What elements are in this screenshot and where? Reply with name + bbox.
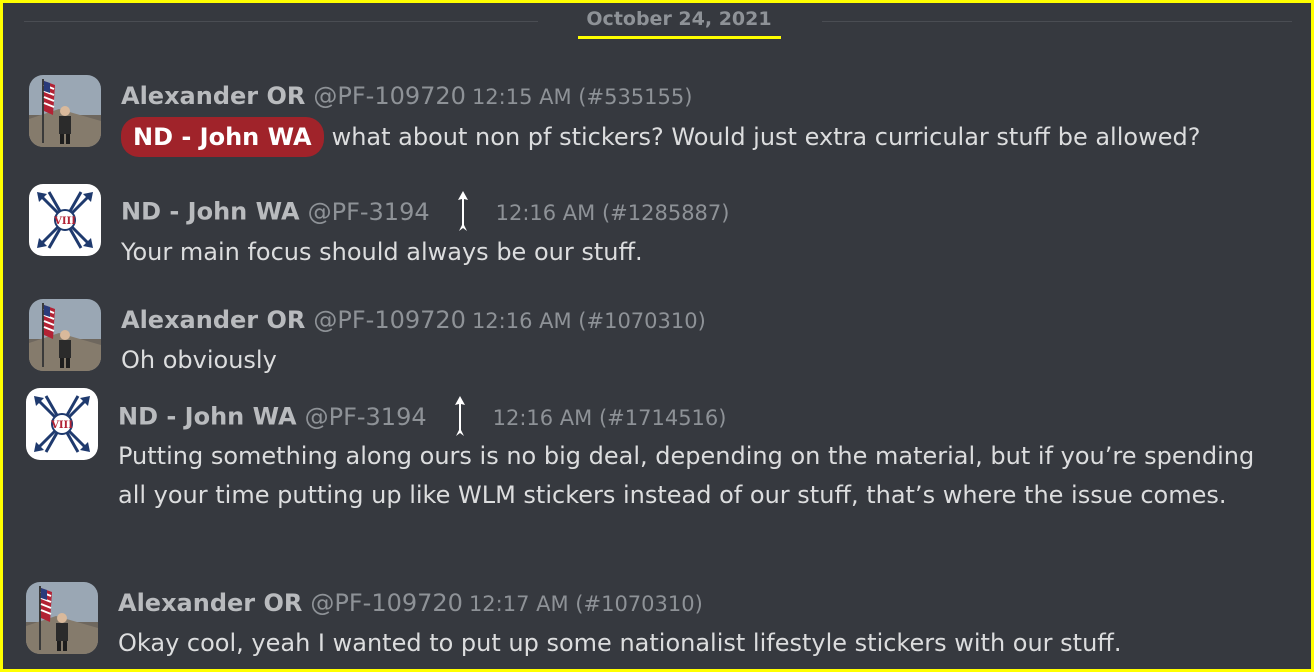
divider-line-right (822, 21, 1292, 22)
date-divider-label: October 24, 2021 (586, 8, 772, 30)
timestamp[interactable]: 12:16 AM (#1285887) (496, 201, 730, 225)
timestamp[interactable]: 12:17 AM (#1070310) (469, 592, 703, 616)
message-text: Okay cool, yeah I wanted to put up some … (118, 629, 1122, 657)
username[interactable]: ND - John WA (121, 198, 300, 226)
message-header: Alexander OR @PF-109720 12:16 AM (#1070310… (121, 306, 706, 334)
avatar[interactable]: VIII (26, 388, 98, 460)
username[interactable]: Alexander OR (121, 306, 305, 334)
user-handle: @PF-3194 (307, 197, 430, 226)
message-header: ND - John WA @PF-3194 12:16 AM (#1285887) (121, 191, 729, 239)
timestamp[interactable]: 12:16 AM (#1714516) (493, 406, 727, 430)
user-handle: @PF-109720 (313, 82, 466, 110)
message-body: Your main focus should always be our stu… (121, 233, 1291, 272)
message-body: ND - John WA what about non pf stickers? … (121, 117, 1291, 157)
svg-text:VIII: VIII (50, 420, 73, 431)
username[interactable]: Alexander OR (118, 589, 302, 617)
timestamp[interactable]: 12:15 AM (#535155) (472, 85, 693, 109)
svg-text:VIII: VIII (53, 216, 76, 227)
timestamp[interactable]: 12:16 AM (#1070310) (472, 309, 706, 333)
message-body: Putting something along ours is no big d… (118, 437, 1268, 515)
avatar[interactable]: VIII (29, 184, 101, 256)
message-header: Alexander OR @PF-109720 12:15 AM (#535155) (121, 82, 692, 110)
message-body: Oh obviously (121, 341, 1291, 380)
flag-portrait-avatar-icon (26, 582, 98, 654)
avatar[interactable] (29, 299, 101, 371)
message-text: Your main focus should always be our stu… (121, 238, 643, 266)
message-text: what about non pf stickers? Would just e… (331, 123, 1201, 151)
arrows-emblem-avatar-icon: VIII (26, 388, 98, 460)
user-mention[interactable]: ND - John WA (121, 117, 324, 157)
avatar[interactable] (29, 75, 101, 147)
divider-line-left (24, 21, 538, 22)
arrows-emblem-avatar-icon: VIII (29, 184, 101, 256)
date-divider: October 24, 2021 (0, 8, 1314, 39)
message-text: Oh obviously (121, 346, 277, 374)
date-highlight-underline (578, 36, 781, 39)
username[interactable]: Alexander OR (121, 82, 305, 110)
user-handle: @PF-3194 (304, 402, 427, 431)
message-text: Putting something along ours is no big d… (118, 442, 1255, 509)
avatar[interactable] (26, 582, 98, 654)
arrow-up-icon (457, 191, 468, 239)
message-body: Okay cool, yeah I wanted to put up some … (118, 624, 1288, 663)
user-handle: @PF-109720 (313, 306, 466, 334)
user-handle: @PF-109720 (310, 589, 463, 617)
message-header: Alexander OR @PF-109720 12:17 AM (#1070310… (118, 589, 703, 617)
username[interactable]: ND - John WA (118, 403, 297, 431)
flag-portrait-avatar-icon (29, 75, 101, 147)
flag-portrait-avatar-icon (29, 299, 101, 371)
